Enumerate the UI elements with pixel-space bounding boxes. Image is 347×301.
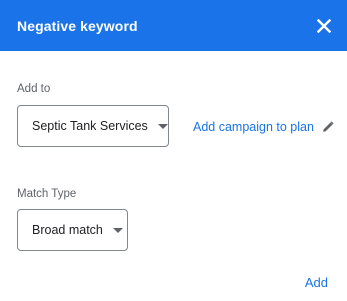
add-button[interactable]: Add (305, 275, 328, 290)
add-to-label: Add to (17, 83, 51, 95)
chevron-down-icon (112, 227, 123, 233)
negative-keyword-dialog: Negative keyword Add to Septic Tank Serv… (0, 0, 347, 301)
campaign-dropdown-value: Septic Tank Services (32, 119, 148, 133)
match-type-label: Match Type (17, 188, 77, 200)
campaign-dropdown[interactable]: Septic Tank Services (17, 105, 169, 147)
add-campaign-link-label: Add campaign to plan (193, 120, 314, 134)
match-type-dropdown-value: Broad match (32, 223, 103, 237)
add-campaign-to-plan-link[interactable]: Add campaign to plan (193, 119, 334, 135)
match-type-dropdown[interactable]: Broad match (17, 209, 128, 251)
dialog-header: Negative keyword (0, 0, 347, 51)
dialog-title: Negative keyword (17, 17, 138, 34)
close-icon (317, 18, 331, 33)
chevron-down-icon (157, 123, 168, 129)
close-button[interactable] (313, 15, 335, 37)
pencil-icon (322, 121, 334, 133)
